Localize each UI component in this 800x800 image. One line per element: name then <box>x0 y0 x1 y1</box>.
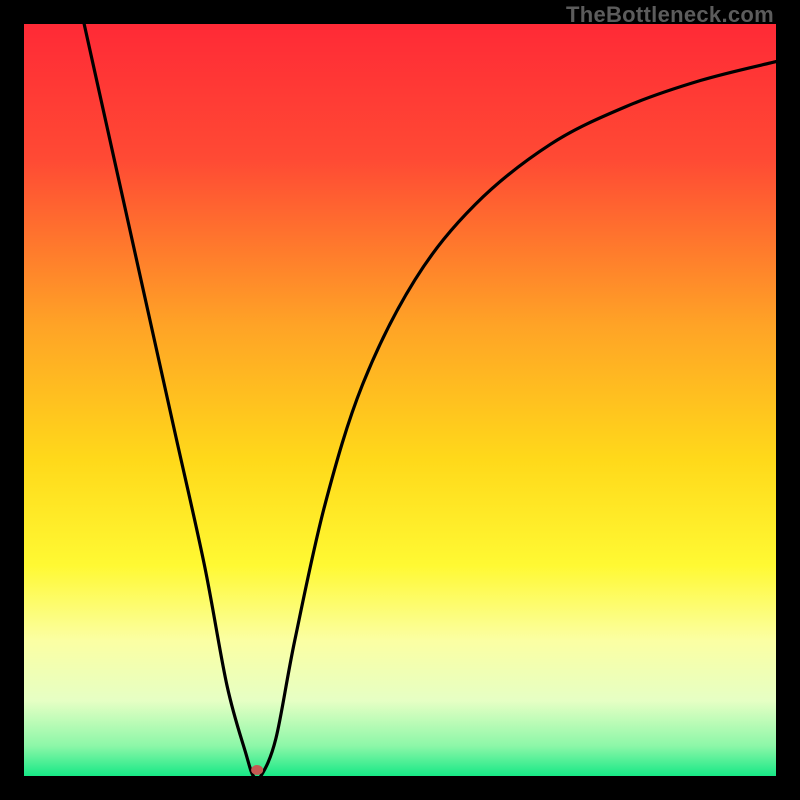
watermark-text: TheBottleneck.com <box>566 2 774 28</box>
minimum-marker <box>251 765 263 775</box>
gradient-background <box>24 24 776 776</box>
bottleneck-chart <box>24 24 776 776</box>
chart-frame <box>24 24 776 776</box>
